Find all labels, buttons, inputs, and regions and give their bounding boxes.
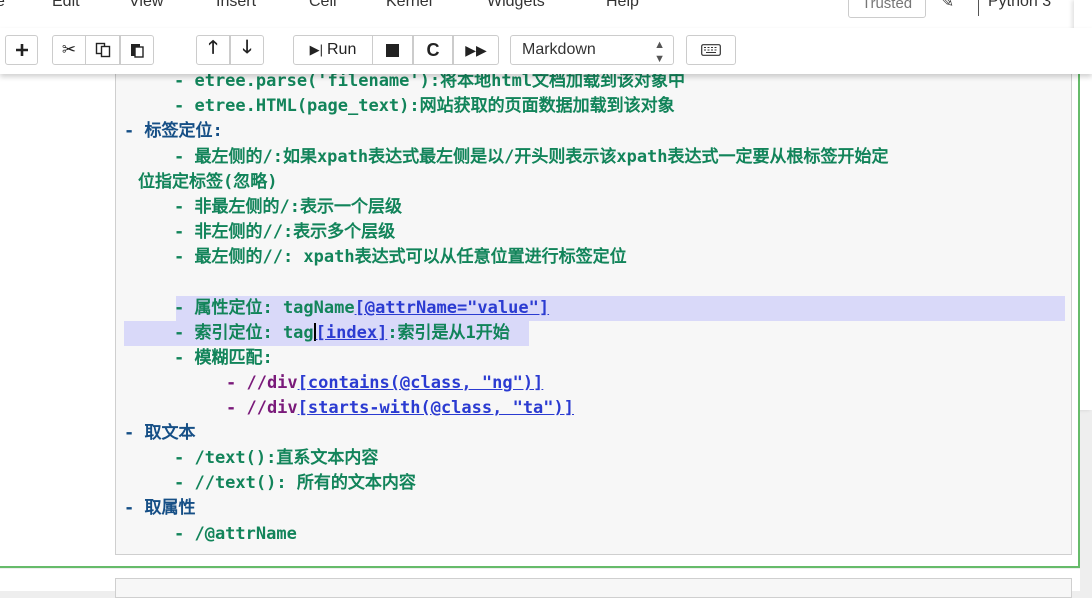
code-line: - etree.HTML(page_text):网站获取的页面数据加载到该对象 [174, 96, 675, 116]
code-line: - //div[starts-with(@class, "ta")] [226, 398, 574, 418]
cell-editor[interactable]: - etree.parse('filename'):将本地html文档加载到该对… [115, 74, 1072, 555]
menu-edit[interactable]: Edit [52, 0, 80, 11]
plus-icon [15, 44, 28, 56]
menu-widgets[interactable]: Widgets [487, 0, 545, 11]
code-line: - 非左侧的//:表示多个层级 [174, 222, 396, 242]
markdown-cell[interactable]: - etree.parse('filename'):将本地html文档加载到该对… [0, 74, 1080, 568]
code-line: - 索引定位: tag [index]:索引是从1开始 [174, 323, 510, 343]
command-palette-button[interactable] [686, 35, 736, 65]
insert-cell-button[interactable] [5, 35, 38, 65]
cell-type-value: Markdown [522, 41, 596, 58]
code-line: - 最左侧的//: xpath表达式可以从任意位置进行标签定位 [174, 247, 627, 267]
code-line: - 属性定位: tagName[@attrName="value"] [174, 298, 550, 318]
code-line: - //div[contains(@class, "ng")] [226, 373, 544, 393]
run-label: Run [327, 41, 357, 58]
stop-icon [386, 43, 399, 57]
menu-view[interactable]: View [129, 0, 163, 11]
arrow-up-icon: 🡑 [208, 37, 218, 57]
toolbar: ✂ 🡑 🡓 ▶| Run C ▶▶ Markdown ▲ ▼ [0, 28, 1092, 74]
copy-icon [95, 42, 110, 58]
move-down-button[interactable]: 🡓 [230, 35, 264, 65]
code-line: - 模糊匹配: [174, 348, 273, 368]
next-cell-editor[interactable] [115, 578, 1072, 598]
code-line: - etree.parse('filename'):将本地html文档加载到该对… [174, 74, 686, 91]
refresh-icon: C [426, 39, 440, 60]
paste-button[interactable] [120, 35, 154, 65]
kernel-name: Python 3 [988, 0, 1052, 10]
code-line: - //text(): 所有的文本内容 [174, 473, 416, 493]
code-line: - 取文本 [124, 423, 196, 443]
interrupt-button[interactable] [373, 35, 413, 65]
keyboard-icon [701, 44, 721, 56]
code-line: - /@attrName [174, 524, 297, 544]
run-button[interactable]: ▶| Run [293, 35, 373, 65]
paste-icon [131, 44, 144, 58]
select-arrows-icon: ▲ ▼ [654, 39, 665, 65]
copy-button[interactable] [86, 35, 120, 65]
code-line: 位指定标签(忽略) [138, 172, 278, 192]
menu-insert[interactable]: Insert [216, 0, 256, 11]
run-all-button[interactable]: ▶▶ [453, 35, 499, 65]
cut-button[interactable]: ✂ [52, 35, 86, 65]
arrow-down-icon: 🡓 [242, 37, 252, 57]
restart-button[interactable]: C [413, 35, 453, 65]
code-line: - 标签定位: [124, 121, 223, 141]
cell-type-select[interactable]: Markdown ▲ ▼ [510, 35, 674, 65]
code-line: - /text():直系文本内容 [174, 448, 379, 468]
move-up-button[interactable]: 🡑 [196, 35, 230, 65]
fast-forward-icon: ▶▶ [465, 41, 487, 58]
menu-file[interactable]: e [0, 0, 5, 11]
menubar: e Edit View Insert Cell Kernel Widgets H… [0, 0, 1092, 28]
next-cell[interactable] [0, 569, 1080, 598]
code-line: - 取属性 [124, 498, 196, 518]
menu-help[interactable]: Help [606, 0, 639, 11]
menu-kernel[interactable]: Kernel [386, 0, 432, 11]
step-forward-icon: ▶| [309, 42, 323, 57]
code-line: - 非最左侧的/:表示一个层级 [174, 197, 402, 217]
scissors-icon: ✂ [61, 40, 77, 59]
pencil-icon[interactable]: ✎ [940, 0, 954, 12]
trusted-indicator[interactable]: Trusted [848, 0, 926, 18]
kernel-divider [978, 0, 979, 16]
code-line: - 最左侧的/:如果xpath表达式最左侧是以/开头则表示该xpath表达式一定… [174, 147, 889, 167]
menu-cell[interactable]: Cell [309, 0, 337, 11]
